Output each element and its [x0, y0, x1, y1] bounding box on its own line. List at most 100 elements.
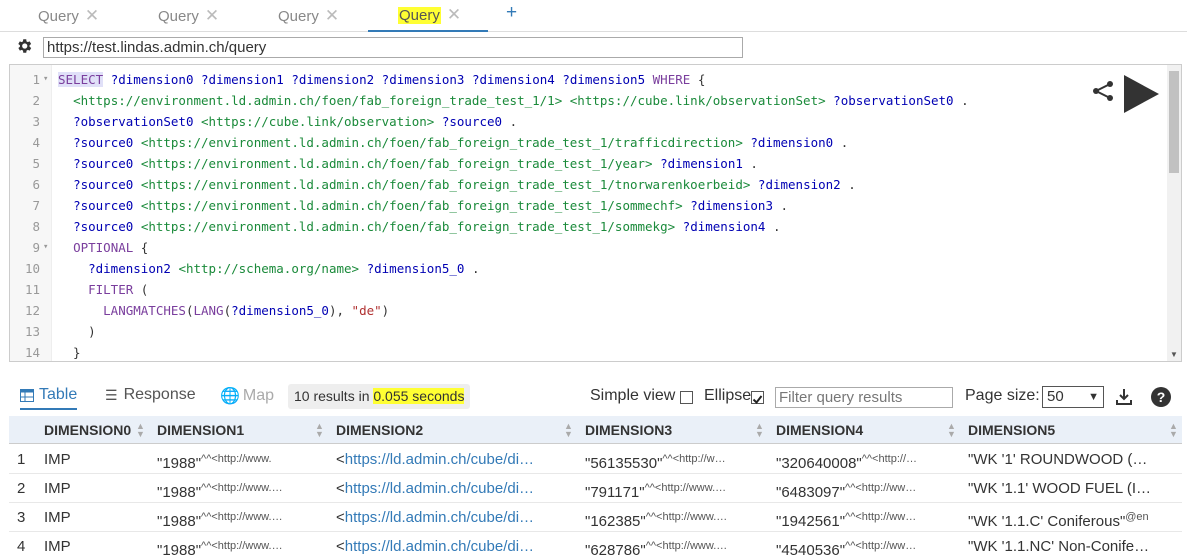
table-cell: "628786"^^<http://www.… [585, 540, 728, 557]
ellipse-checkbox[interactable] [751, 391, 764, 405]
code-text: <https://environment.ld.admin.ch/foen/fa… [73, 93, 969, 108]
column-header-dimension2[interactable]: DIMENSION2 [336, 416, 423, 444]
close-icon[interactable]: ✕ [205, 6, 219, 26]
table-cell: IMP [44, 538, 71, 555]
code-line[interactable]: 4 ?source0 <https://environment.ld.admin… [10, 132, 1170, 153]
table-cell: "WK '1.1.C' Coniferous"@en [968, 511, 1149, 530]
code-text: FILTER ( [88, 282, 149, 297]
fold-arrow-icon[interactable]: ▾ [43, 237, 48, 258]
fold-arrow-icon[interactable]: ▾ [43, 69, 48, 90]
table-cell: "WK '1.1.NC' Non-Conife… [968, 538, 1150, 555]
row-number: 2 [17, 480, 26, 497]
query-tab-active[interactable]: Query ✕ [368, 0, 488, 32]
sort-icon[interactable]: ▲ ▼ [1169, 422, 1178, 439]
page-size-value: 50 [1047, 388, 1064, 405]
line-number: 2 [32, 93, 40, 108]
sort-icon[interactable]: ▲ ▼ [315, 422, 324, 439]
run-query-icon[interactable] [1121, 73, 1161, 115]
results-count: 10 results in [294, 388, 374, 404]
tab-map-label: Map [242, 387, 275, 404]
sparql-editor[interactable]: 1 ▾ SELECT ?dimension0 ?dimension1 ?dimens… [9, 64, 1182, 362]
column-header-dimension4[interactable]: DIMENSION4 [776, 416, 863, 444]
table-cell[interactable]: <https://ld.admin.ch/cube/di… [336, 503, 576, 532]
code-text: ?source0 <https://environment.ld.admin.c… [73, 219, 781, 234]
tab-table[interactable]: Table [20, 386, 78, 410]
cell-link[interactable]: https://ld.admin.ch/cube/di… [345, 480, 534, 497]
line-number: 11 [24, 282, 40, 297]
table-cell[interactable]: <https://ld.admin.ch/cube/di… [336, 532, 576, 557]
column-header-dimension5[interactable]: DIMENSION5 [968, 416, 1055, 444]
code-line[interactable]: 3 ?observationSet0 <https://cube.link/ob… [10, 111, 1170, 132]
table-cell: IMP [44, 509, 71, 526]
query-tab[interactable]: Query ✕ [38, 0, 99, 32]
code-line[interactable]: 10 ?dimension2 <http://schema.org/name> … [10, 258, 1170, 279]
close-icon[interactable]: ✕ [447, 5, 461, 25]
tab-map[interactable]: 🌐 Map [220, 386, 274, 406]
share-icon[interactable] [1091, 79, 1115, 103]
datatype-annotation: ^^<http://ww… [845, 511, 917, 523]
simple-view-checkbox[interactable] [680, 391, 693, 404]
close-icon[interactable]: ✕ [325, 6, 339, 26]
code-line[interactable]: 6 ?source0 <https://environment.ld.admin… [10, 174, 1170, 195]
sort-icon[interactable]: ▲ ▼ [755, 422, 764, 439]
datatype-annotation: ^^<http://www.… [644, 482, 727, 494]
cell-link[interactable]: https://ld.admin.ch/cube/di… [345, 451, 534, 468]
table-header: DIMENSION0 ▲ ▼ DIMENSION1 ▲ ▼ DIMENSION2 ▲… [9, 416, 1182, 444]
table-cell: "WK '1' ROUNDWOOD (… [968, 451, 1148, 468]
table-cell: IMP [44, 451, 71, 468]
cell-link[interactable]: https://ld.admin.ch/cube/di… [345, 509, 534, 526]
tab-label: Query [38, 7, 79, 25]
table-row: 1 IMP "1988"^^<http://www. <https://ld.admi… [9, 445, 1182, 474]
code-text: ?source0 <https://environment.ld.admin.c… [73, 156, 758, 171]
tab-table-label: Table [39, 386, 78, 403]
column-header-dimension0[interactable]: DIMENSION0 [44, 416, 131, 444]
code-line[interactable]: 7 ?source0 <https://environment.ld.admin… [10, 195, 1170, 216]
scrollbar-thumb[interactable] [1169, 71, 1179, 173]
code-line[interactable]: 2 <https://environment.ld.admin.ch/foen/… [10, 90, 1170, 111]
code-line[interactable]: 12 LANGMATCHES(LANG(?dimension5_0), "de"… [10, 300, 1170, 321]
sort-icon[interactable]: ▲ ▼ [564, 422, 573, 439]
endpoint-url-input[interactable]: https://test.lindas.admin.ch/query [43, 37, 743, 58]
tab-label: Query [398, 6, 441, 24]
cell-link[interactable]: https://ld.admin.ch/cube/di… [345, 538, 534, 555]
code-line[interactable]: 1 ▾ SELECT ?dimension0 ?dimension1 ?dimens… [10, 69, 1170, 90]
tab-response[interactable]: ☰ Response [105, 386, 196, 404]
code-line[interactable]: 14 } [10, 342, 1170, 361]
sort-icon[interactable]: ▲ ▼ [947, 422, 956, 439]
column-header-dimension1[interactable]: DIMENSION1 [157, 416, 244, 444]
query-tab[interactable]: Query ✕ [278, 0, 339, 32]
lines-icon: ☰ [105, 386, 118, 403]
sort-icon[interactable]: ▲ ▼ [136, 422, 145, 439]
query-tab-bar: Query ✕ Query ✕ Query ✕ Query ✕ + [0, 0, 1187, 32]
code-text: LANGMATCHES(LANG(?dimension5_0), "de") [103, 303, 390, 318]
line-number: 3 [32, 114, 40, 129]
code-text: SELECT ?dimension0 ?dimension1 ?dimensio… [58, 72, 706, 87]
gear-icon[interactable] [15, 37, 33, 55]
editor-scrollbar[interactable]: ▼ [1167, 65, 1181, 361]
code-text: ?source0 <https://environment.ld.admin.c… [73, 198, 789, 213]
code-line[interactable]: 8 ?source0 <https://environment.ld.admin… [10, 216, 1170, 237]
table-cell: "WK '1.1' WOOD FUEL (I… [968, 480, 1152, 497]
code-line[interactable]: 13 ) [10, 321, 1170, 342]
code-line[interactable]: 11 FILTER ( [10, 279, 1170, 300]
code-text: } [58, 345, 81, 360]
code-line[interactable]: 5 ?source0 <https://environment.ld.admin… [10, 153, 1170, 174]
chevron-down-icon: ▼ [1088, 391, 1099, 403]
filter-results-input[interactable]: Filter query results [775, 387, 953, 408]
table-cell: "791171"^^<http://www.… [585, 482, 727, 501]
download-icon[interactable] [1115, 388, 1133, 406]
table-cell: "1988"^^<http://www.… [157, 482, 283, 501]
add-tab-button[interactable]: + [506, 2, 517, 24]
query-tab[interactable]: Query ✕ [158, 0, 219, 32]
page-size-select[interactable]: 50 ▼ [1042, 386, 1104, 408]
scroll-down-icon[interactable]: ▼ [1170, 350, 1178, 359]
close-icon[interactable]: ✕ [85, 6, 99, 26]
table-row: 2 IMP "1988"^^<http://www.… <https://ld.adm… [9, 474, 1182, 503]
results-info-badge: 10 results in 0.055 seconds [288, 384, 471, 409]
code-line[interactable]: 9 ▾ OPTIONAL { [10, 237, 1170, 258]
table-cell[interactable]: <https://ld.admin.ch/cube/di… [336, 445, 576, 474]
column-header-dimension3[interactable]: DIMENSION3 [585, 416, 672, 444]
table-cell[interactable]: <https://ld.admin.ch/cube/di… [336, 474, 576, 503]
help-icon[interactable]: ? [1151, 387, 1171, 407]
code-text: ?observationSet0 <https://cube.link/obse… [73, 114, 518, 129]
